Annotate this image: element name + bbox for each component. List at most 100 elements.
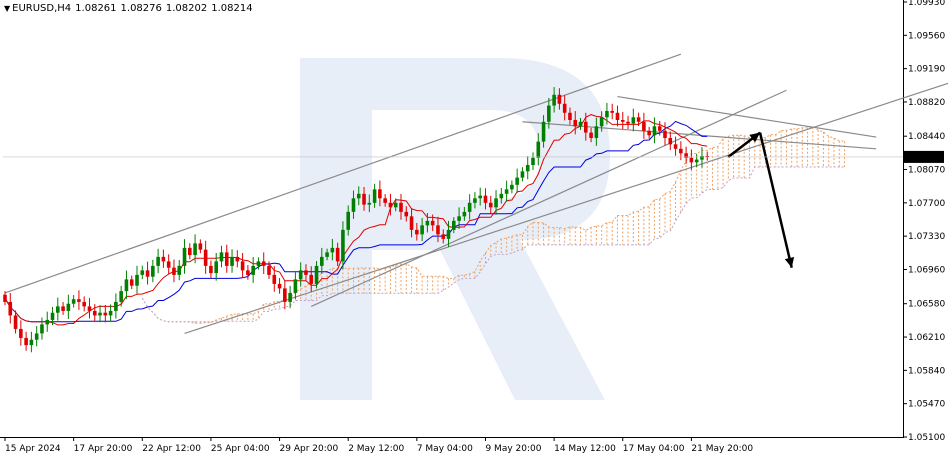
candle-body [615, 112, 620, 120]
candle-body [594, 126, 599, 138]
candle-body [541, 121, 546, 142]
candle-body [124, 279, 129, 292]
candle-body [40, 324, 44, 334]
candle-body [372, 189, 377, 203]
candle-body [356, 193, 361, 199]
candle-body [483, 195, 488, 203]
candle-body [272, 274, 277, 284]
candle-body [156, 256, 160, 266]
candle-body [108, 310, 113, 316]
candle-body [13, 315, 18, 329]
candle-body [19, 328, 23, 338]
candle-body [520, 171, 525, 178]
current-price-tag-label: 1.08214 [906, 153, 943, 163]
candle-body [531, 157, 535, 166]
candle-body [362, 193, 366, 205]
candle-body [224, 252, 229, 266]
candle-body [647, 130, 651, 136]
price-tick-label: 1.09930 [908, 0, 945, 8]
candle-body [161, 256, 166, 262]
candle-body [98, 312, 102, 316]
candle-body [246, 270, 250, 275]
candle-body [230, 256, 234, 266]
candle-body [351, 198, 356, 212]
price-chart[interactable]: 1.09930 1.09560 1.09190 1.08820 1.08440 1.080… [0, 0, 948, 459]
candle-body [599, 117, 604, 127]
candle-body [8, 301, 13, 316]
candle-body [214, 261, 218, 274]
candle-body [203, 249, 208, 266]
candle-body [504, 189, 509, 194]
dropdown-triangle-icon[interactable]: ▼ [4, 4, 10, 13]
candle-body [209, 265, 213, 274]
candle-body [568, 112, 572, 120]
candle-body [694, 159, 699, 163]
candle-body [515, 177, 519, 185]
candle-body [256, 261, 261, 266]
candle-body [584, 121, 588, 133]
price-tick-label: 1.06580 [908, 300, 945, 310]
candle-body [636, 117, 641, 122]
candle-body [668, 137, 673, 145]
candle-body [188, 247, 192, 256]
candle-body [467, 202, 472, 212]
candle-body [383, 198, 387, 203]
candle-body [562, 103, 567, 113]
price-tick-label: 1.05100 [908, 433, 945, 443]
candle-body [547, 105, 551, 122]
candle-body [335, 247, 340, 262]
candle-body [129, 279, 134, 286]
price-tick-label: 1.09560 [908, 31, 945, 41]
price-tick-label: 1.07330 [908, 232, 945, 242]
symbol-label: EURUSD,H4 [12, 3, 72, 14]
candle-body [341, 229, 345, 262]
symbol-header: ▼ EURUSD,H4 1.08261 1.08276 1.08202 1.08214 [4, 3, 257, 14]
candle-body [77, 299, 81, 302]
candle-body [436, 225, 440, 235]
candle-body [673, 144, 678, 149]
time-tick-label: 29 Apr 20:00 [280, 444, 339, 454]
candle-body [325, 252, 329, 257]
candle-body [663, 130, 667, 138]
candle-body [314, 265, 319, 284]
candle-body [679, 148, 683, 154]
candle-body [145, 270, 150, 277]
candle-body [378, 189, 382, 199]
candle-body [425, 220, 430, 226]
candle-body [388, 202, 393, 208]
candle-body [182, 247, 187, 266]
candle-body [50, 312, 55, 320]
candle-body [446, 229, 451, 239]
candle-body [267, 265, 271, 275]
candle-body [620, 119, 625, 122]
candle-body [420, 225, 424, 235]
candle-body [66, 303, 71, 311]
candle-body [87, 306, 92, 311]
candle-body [499, 193, 504, 199]
candle-body [494, 198, 498, 208]
candle-body [610, 110, 614, 113]
candle-body [589, 132, 593, 138]
candle-body [441, 234, 446, 239]
candle-body [700, 156, 704, 160]
candle-body [61, 306, 65, 311]
candle-body [140, 270, 145, 275]
candle-body [478, 195, 482, 199]
candle-body [235, 256, 240, 262]
time-tick-label: 25 Apr 04:00 [211, 444, 270, 454]
candle-body [605, 110, 609, 118]
time-tick-label: 7 May 04:00 [417, 444, 473, 454]
time-tick-label: 14 May 12:00 [554, 444, 616, 454]
candle-body [309, 274, 314, 284]
candle-body [304, 270, 308, 275]
candle-body [277, 283, 282, 289]
candle-body [457, 216, 461, 221]
candle-body [452, 220, 456, 230]
high-value: 1.08276 [120, 3, 162, 14]
candle-body [172, 267, 176, 275]
chart-window[interactable]: 1.09930 1.09560 1.09190 1.08820 1.08440 1.080… [0, 0, 948, 459]
candle-body [393, 202, 398, 208]
candle-body [642, 121, 646, 131]
price-tick-label: 1.09190 [908, 65, 945, 75]
candle-body [430, 220, 435, 226]
